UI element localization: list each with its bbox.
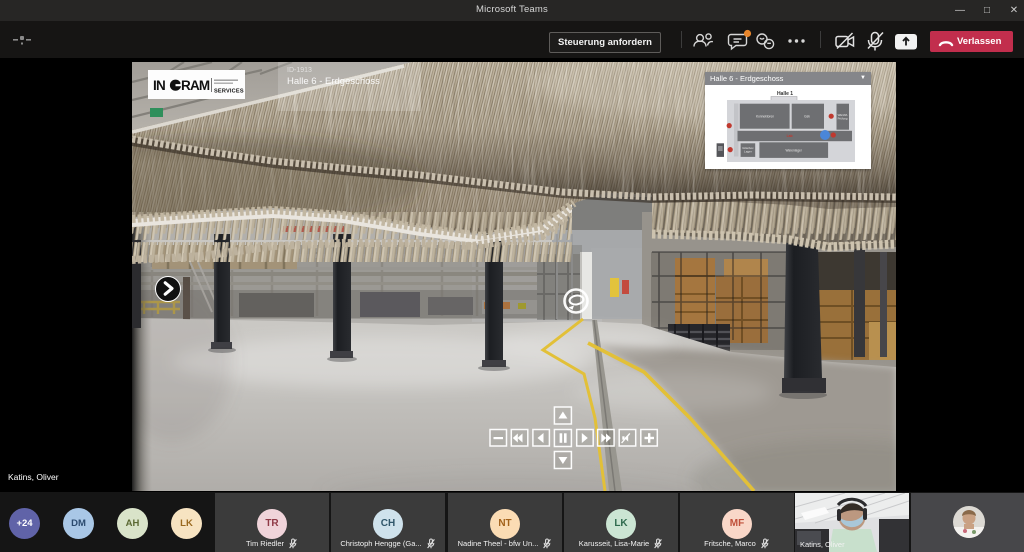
svg-text:Halle 1: Halle 1 bbox=[777, 91, 793, 97]
svg-text:Prüfung: Prüfung bbox=[838, 117, 848, 121]
svg-text:Lager: Lager bbox=[744, 150, 752, 154]
svg-text:Warenlager: Warenlager bbox=[786, 149, 803, 153]
svg-text:Gsk: Gsk bbox=[804, 115, 810, 119]
svg-text:Konnektoren: Konnektoren bbox=[756, 115, 774, 119]
svg-text:RAM: RAM bbox=[181, 78, 210, 93]
svg-text:SERVICES: SERVICES bbox=[214, 89, 244, 95]
svg-text:IN: IN bbox=[153, 78, 165, 93]
svg-text:Lab: Lab bbox=[787, 134, 793, 138]
